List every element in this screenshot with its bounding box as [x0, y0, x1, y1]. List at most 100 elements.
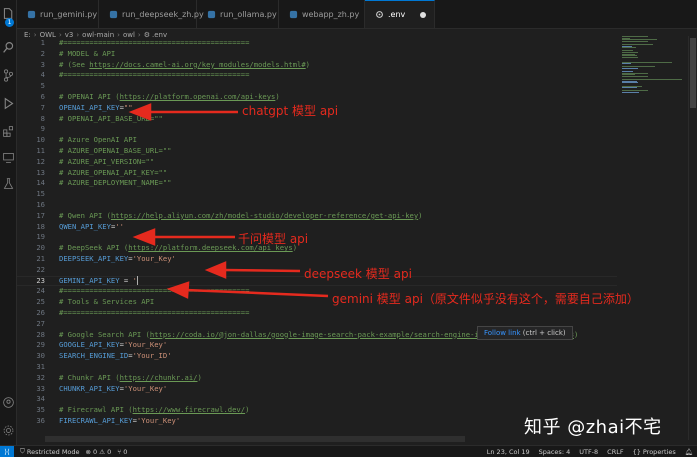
code-line[interactable]: 16: [17, 200, 617, 211]
code-link[interactable]: https://chunkr.ai/: [120, 373, 198, 382]
line-content: #=======================================…: [59, 286, 249, 297]
settings-gear-icon[interactable]: [1, 423, 15, 437]
annotation-openai: chatgpt 模型 api: [242, 104, 339, 118]
code-line[interactable]: 14 # AZURE_DEPLOYMENT_NAME="": [17, 178, 617, 189]
code-token: '': [115, 221, 124, 231]
status-bar: ⟩⟨ ⛉ Restricted Mode ⊗ 0 ⚠ 0 ⑂ 0 Ln 23, C…: [0, 445, 697, 457]
tab-label: webapp_zh.py: [302, 9, 360, 19]
tab-run-ollama[interactable]: run_ollama.py: [197, 0, 279, 28]
code-line[interactable]: 13 # AZURE_OPENAI_API_KEY="": [17, 168, 617, 179]
code-line[interactable]: 33 CHUNKR_API_KEY='Your_Key': [17, 384, 617, 395]
restricted-mode[interactable]: ⛉ Restricted Mode: [20, 447, 80, 456]
code-line[interactable]: 10 # Azure OpenAI API: [17, 135, 617, 146]
problems-indicator[interactable]: ⊗ 0 ⚠ 0: [86, 448, 112, 456]
extensions-icon[interactable]: [1, 124, 15, 138]
run-debug-icon[interactable]: [1, 96, 15, 110]
tab-run-deepseek-zh[interactable]: run_deepseek_zh.py: [99, 0, 204, 28]
code-line[interactable]: 1 #======================================…: [17, 38, 617, 49]
vertical-scrollbar[interactable]: [688, 36, 697, 440]
minimap-line: [622, 40, 649, 42]
follow-link[interactable]: Follow link: [484, 329, 521, 337]
cursor-position[interactable]: Ln 23, Col 19: [487, 448, 530, 456]
encoding[interactable]: UTF-8: [579, 448, 598, 456]
line-number: 22: [36, 264, 45, 274]
line-content: #=======================================…: [59, 70, 249, 81]
code-line[interactable]: 31: [17, 362, 617, 373]
annotation-deepseek: deepseek 模型 api: [304, 267, 412, 281]
code-line[interactable]: 30 SEARCH_ENGINE_ID='Your_ID': [17, 351, 617, 362]
notifications-bell-icon[interactable]: 🔔︎: [685, 448, 693, 456]
horizontal-scrollbar[interactable]: [45, 436, 465, 442]
code-line[interactable]: 4 #======================================…: [17, 70, 617, 81]
line-number: 31: [36, 362, 45, 371]
code-line[interactable]: 19: [17, 232, 617, 243]
tab-bar: run_gemini.py run_deepseek_zh.py run_oll…: [17, 0, 697, 29]
line-content: # Tools & Services API: [59, 297, 154, 308]
annotation-qwen: 千问模型 api: [238, 232, 309, 246]
search-icon[interactable]: [1, 40, 15, 54]
code-token: # Firecrawl API (: [59, 405, 133, 415]
ports-indicator[interactable]: ⑂ 0: [117, 448, 127, 456]
line-number: 3: [40, 59, 45, 69]
end-of-line[interactable]: CRLF: [607, 448, 623, 456]
code-link[interactable]: https://platform.openai.com/api-keys: [120, 92, 276, 101]
code-line[interactable]: 15: [17, 189, 617, 200]
line-number: 11: [36, 146, 45, 155]
code-line[interactable]: 17 # Qwen API (https://help.aliyun.com/zh…: [17, 211, 617, 222]
code-line[interactable]: 29 GOOGLE_API_KEY='Your_Key': [17, 340, 617, 351]
code-line[interactable]: 18 QWEN_API_KEY='': [17, 222, 617, 233]
code-token: # OPENAI_API_BASE_URL="": [59, 113, 163, 123]
code-line[interactable]: 32 # Chunkr API (https://chunkr.ai/): [17, 373, 617, 384]
line-number: 9: [40, 124, 45, 134]
remote-explorer-icon[interactable]: [1, 150, 15, 164]
minimap[interactable]: [618, 36, 688, 96]
tab-label: run_deepseek_zh.py: [122, 9, 204, 19]
account-icon[interactable]: [1, 395, 15, 409]
line-content: # AZURE_OPENAI_API_KEY="": [59, 168, 167, 179]
code-token: # (See: [59, 59, 90, 69]
code-link[interactable]: https://help.aliyun.com/zh/model-studio/…: [111, 211, 418, 220]
code-line[interactable]: 12 # AZURE_API_VERSION="": [17, 157, 617, 168]
code-token: # OPENAI API (: [59, 92, 120, 101]
code-line[interactable]: 11 # AZURE_OPENAI_BASE_URL="": [17, 146, 617, 157]
code-editor[interactable]: 1 #======================================…: [17, 38, 617, 440]
code-token: FIRECRAWL_API_KEY: [59, 416, 133, 425]
tab-env[interactable]: .env: [365, 0, 435, 28]
line-content: # AZURE_DEPLOYMENT_NAME="": [59, 178, 172, 189]
code-line[interactable]: 21 DEEPSEEK_API_KEY='Your_Key': [17, 254, 617, 265]
tab-webapp-zh[interactable]: webapp_zh.py: [279, 0, 365, 28]
zhihu-watermark: 知乎 @zhai不宅: [524, 417, 662, 438]
indentation[interactable]: Spaces: 4: [539, 448, 571, 456]
tab-run-gemini[interactable]: run_gemini.py: [17, 0, 99, 28]
code-line[interactable]: 2 # MODEL & API: [17, 49, 617, 60]
code-line[interactable]: 34: [17, 394, 617, 405]
minimap-line: [622, 68, 639, 69]
minimap-line: [622, 47, 637, 49]
code-line[interactable]: 6 # OPENAI API (https://platform.openai.c…: [17, 92, 617, 103]
line-number: 8: [40, 113, 45, 123]
code-token: # Tools & Services API: [59, 297, 155, 307]
line-number: 4: [40, 70, 45, 80]
code-line[interactable]: 20 # DeepSeek API (https://platform.deeps…: [17, 243, 617, 254]
minimap-line: [622, 56, 638, 58]
follow-link-tooltip: Follow link (ctrl + click): [477, 326, 573, 340]
unsaved-dot-icon[interactable]: [420, 11, 426, 18]
gear-file-icon: [375, 10, 384, 19]
code-link[interactable]: https://www.firecrawl.dev/: [133, 405, 246, 414]
scrollbar-thumb[interactable]: [690, 38, 696, 108]
code-line[interactable]: 26 #=====================================…: [17, 308, 617, 319]
remote-indicator-icon[interactable]: ⟩⟨: [0, 446, 14, 457]
line-number: 34: [36, 394, 45, 404]
code-line[interactable]: 5: [17, 81, 617, 92]
code-line[interactable]: 3 # (See https://docs.camel-ai.org/key_mo…: [17, 60, 617, 71]
line-number: 35: [36, 405, 45, 415]
language-mode[interactable]: {} Properties: [633, 448, 676, 456]
line-number: 15: [36, 189, 45, 199]
source-control-icon[interactable]: [1, 68, 15, 82]
code-link[interactable]: https://docs.camel-ai.org/key_modules/mo…: [89, 60, 305, 69]
line-number: 6: [40, 92, 45, 101]
code-line[interactable]: 9: [17, 124, 617, 135]
tab-label: run_ollama.py: [220, 9, 277, 19]
line-content: # Qwen API (https://help.aliyun.com/zh/m…: [59, 211, 423, 222]
testing-icon[interactable]: [1, 176, 15, 190]
